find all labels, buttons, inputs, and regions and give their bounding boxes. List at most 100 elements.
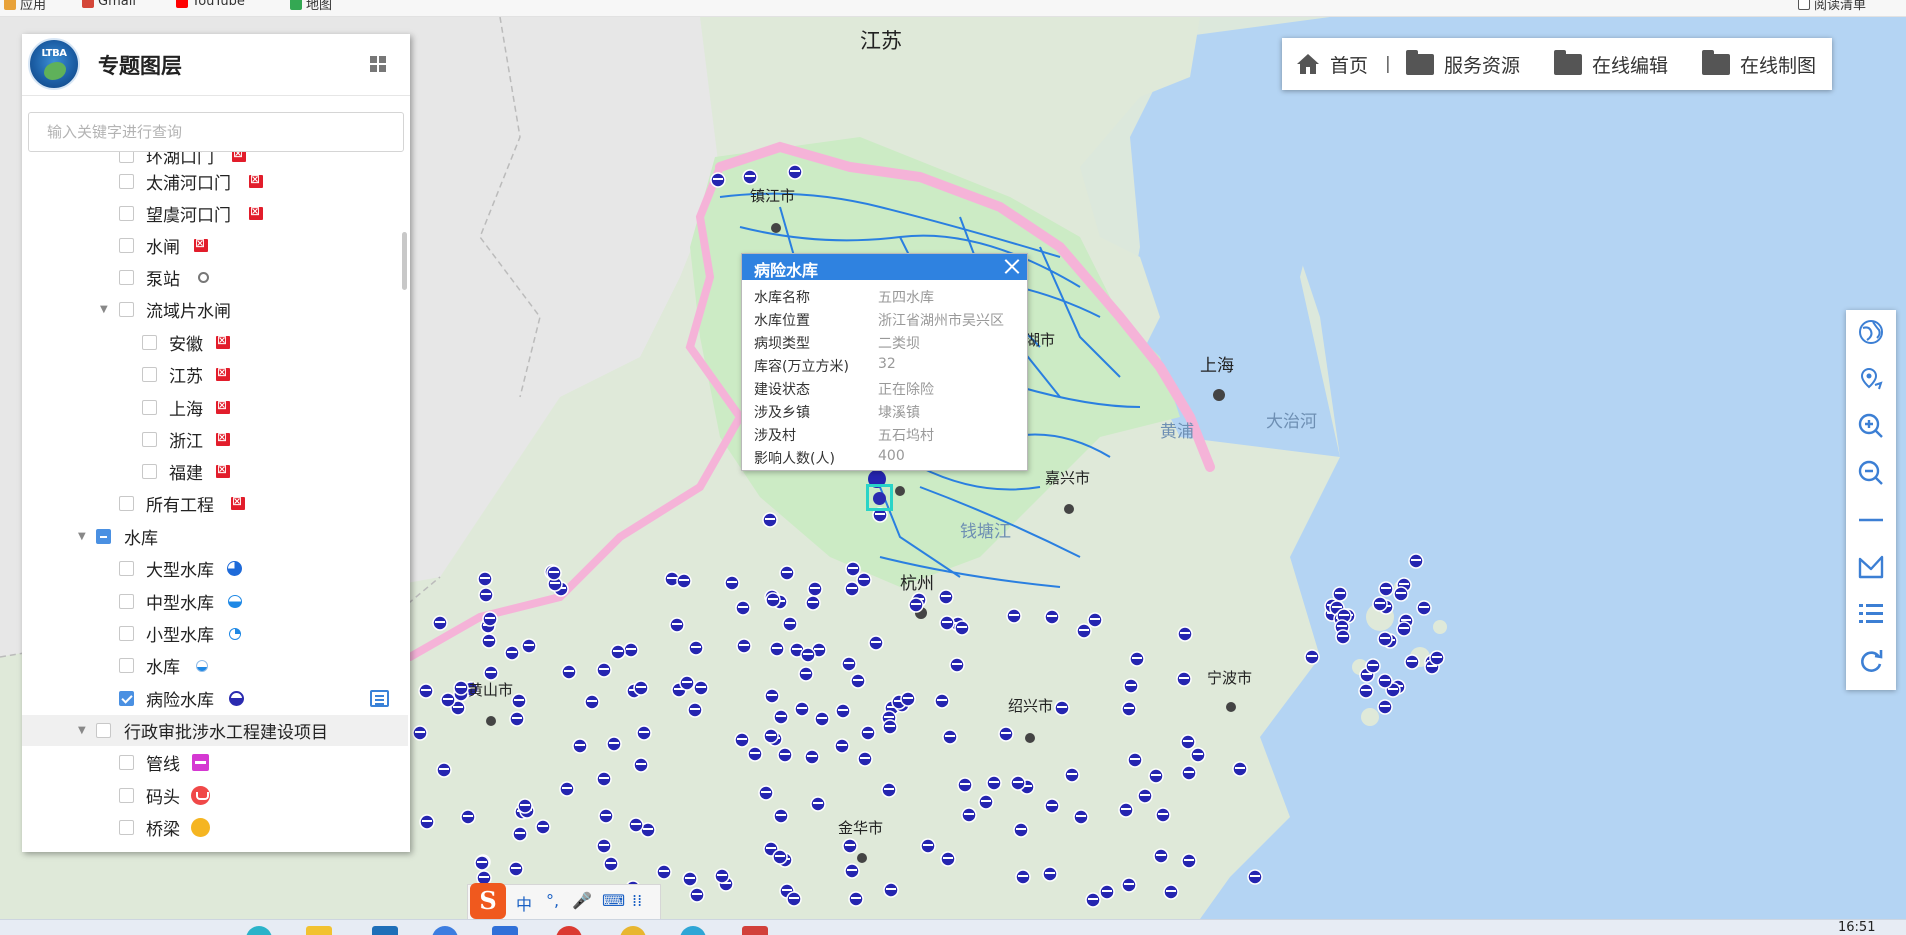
layer-checkbox[interactable] bbox=[142, 464, 157, 479]
layer-checkbox[interactable] bbox=[119, 302, 134, 317]
collapse-arrow-icon[interactable]: ▼ bbox=[78, 532, 88, 542]
layer-checkbox[interactable] bbox=[119, 496, 134, 511]
tree-item-all-projects[interactable]: 所有工程 bbox=[22, 488, 408, 519]
measure-line-icon[interactable] bbox=[1857, 506, 1885, 534]
layer-checkbox[interactable] bbox=[119, 174, 134, 189]
maps-icon bbox=[290, 0, 302, 10]
layer-checkbox[interactable] bbox=[119, 820, 134, 835]
tree-item-anhui[interactable]: 安徽 bbox=[22, 327, 408, 358]
layer-checkbox[interactable] bbox=[119, 626, 134, 641]
tree-item-medium-reservoir[interactable]: 中型水库 bbox=[22, 586, 408, 617]
app-icon[interactable] bbox=[432, 926, 458, 935]
layer-list-icon[interactable] bbox=[1857, 600, 1885, 628]
tree-item-taipu[interactable]: 太浦河口门 bbox=[22, 166, 408, 197]
popup-title: 病险水库 bbox=[754, 261, 819, 280]
panel-scrollbar[interactable] bbox=[402, 232, 407, 290]
globe-icon[interactable] bbox=[1857, 318, 1885, 346]
popup-row-affected: 影响人数(人) 400 bbox=[754, 448, 905, 467]
selection-highlight[interactable] bbox=[866, 484, 893, 511]
collapse-arrow-icon[interactable]: ▼ bbox=[78, 726, 88, 736]
tree-item-large-reservoir[interactable]: 大型水库 bbox=[22, 553, 408, 584]
layer-checkbox[interactable] bbox=[96, 723, 111, 738]
measure-area-icon[interactable] bbox=[1857, 553, 1885, 581]
label-shaoxing: 绍兴市 bbox=[1008, 697, 1054, 715]
nav-online-edit[interactable]: 在线编辑 bbox=[1554, 38, 1668, 90]
keyboard-icon[interactable]: ⌨ bbox=[602, 891, 625, 910]
layer-search-input[interactable] bbox=[28, 112, 404, 152]
layer-checkbox[interactable] bbox=[96, 529, 111, 544]
layer-checkbox-checked[interactable] bbox=[119, 691, 134, 706]
app-icon[interactable] bbox=[246, 926, 272, 935]
tree-item-reservoir[interactable]: 水库 bbox=[22, 650, 408, 681]
tree-item-sluice[interactable]: 水闸 bbox=[22, 230, 408, 261]
popup-row-status: 建设状态 正在除险 bbox=[754, 382, 934, 398]
tree-item-fujian[interactable]: 福建 bbox=[22, 456, 408, 487]
tree-group-reservoir[interactable]: ▼ 水库 bbox=[22, 521, 408, 552]
ime-menu-icon[interactable]: ⁞⁞ bbox=[632, 891, 642, 910]
gate-icon bbox=[249, 204, 263, 220]
layer-checkbox[interactable] bbox=[119, 152, 134, 163]
app-icon[interactable] bbox=[556, 926, 582, 935]
tree-item-jiangsu[interactable]: 江苏 bbox=[22, 359, 408, 390]
collapse-arrow-icon[interactable]: ▼ bbox=[100, 305, 110, 315]
nav-home[interactable]: 首页 bbox=[1296, 38, 1368, 90]
reservoir-icon bbox=[196, 660, 208, 672]
bookmark-gmail[interactable]: Gmail bbox=[82, 0, 136, 9]
tree-item-pipeline[interactable]: 管线 bbox=[22, 747, 408, 778]
app-icon[interactable] bbox=[492, 926, 518, 935]
file-explorer-icon[interactable] bbox=[306, 926, 332, 935]
grid-view-icon[interactable] bbox=[370, 56, 386, 72]
tree-item-pump[interactable]: 泵站 bbox=[22, 262, 408, 293]
tree-item-zhejiang[interactable]: 浙江 bbox=[22, 424, 408, 455]
zoom-out-icon[interactable] bbox=[1857, 459, 1885, 487]
tree-item-shanghai[interactable]: 上海 bbox=[22, 392, 408, 423]
folder-icon bbox=[1554, 49, 1582, 75]
bookmark-maps[interactable]: 地图 bbox=[290, 0, 332, 13]
nav-online-mapping[interactable]: 在线制图 bbox=[1702, 38, 1816, 90]
bookmark-youtube[interactable]: YouTube bbox=[176, 0, 245, 9]
ime-chinese-mode[interactable]: 中 bbox=[516, 891, 532, 915]
top-navigation: 首页 | 服务资源 在线编辑 在线制图 bbox=[1282, 38, 1832, 90]
layer-checkbox[interactable] bbox=[119, 788, 134, 803]
sogou-ime-logo[interactable]: S bbox=[470, 883, 506, 919]
layer-checkbox[interactable] bbox=[119, 270, 134, 285]
tree-item-bridge[interactable]: 桥梁 bbox=[22, 812, 408, 843]
reading-list[interactable]: 阅读清单 bbox=[1798, 0, 1866, 13]
layer-checkbox[interactable] bbox=[142, 335, 157, 350]
chrome-icon[interactable] bbox=[620, 926, 646, 935]
layer-checkbox[interactable] bbox=[142, 367, 157, 382]
label-hangzhou: 杭州 bbox=[900, 574, 934, 594]
layer-checkbox[interactable] bbox=[119, 594, 134, 609]
tree-group-admin-approval[interactable]: ▼ 行政审批涉水工程建设项目 bbox=[22, 715, 408, 746]
tree-item-wangyu[interactable]: 望虞河口门 bbox=[22, 198, 408, 229]
tree-item-wharf[interactable]: 码头 bbox=[22, 780, 408, 811]
layer-checkbox[interactable] bbox=[119, 658, 134, 673]
nav-service-resources[interactable]: 服务资源 bbox=[1406, 38, 1520, 90]
zoom-in-icon[interactable] bbox=[1857, 412, 1885, 440]
app-icon[interactable] bbox=[372, 926, 398, 935]
legend-list-icon[interactable] bbox=[370, 690, 389, 707]
layer-checkbox[interactable] bbox=[142, 432, 157, 447]
layer-checkbox[interactable] bbox=[119, 206, 134, 221]
popup-row-dam-type: 病坝类型 二类坝 bbox=[754, 336, 920, 352]
app-icon[interactable] bbox=[742, 926, 768, 935]
layer-checkbox[interactable] bbox=[119, 238, 134, 253]
layer-checkbox[interactable] bbox=[142, 400, 157, 415]
small-reservoir-icon bbox=[229, 628, 241, 640]
gate-icon bbox=[194, 236, 208, 252]
refresh-icon[interactable] bbox=[1857, 647, 1885, 675]
youtube-icon bbox=[176, 0, 188, 8]
organization-logo: LTBA bbox=[28, 38, 80, 90]
label-jinhua: 金华市 bbox=[838, 819, 884, 837]
ime-punctuation[interactable]: °, bbox=[546, 891, 559, 910]
close-icon[interactable] bbox=[1004, 258, 1021, 275]
microphone-icon[interactable]: 🎤 bbox=[572, 891, 592, 910]
layer-checkbox[interactable] bbox=[119, 755, 134, 770]
layer-checkbox[interactable] bbox=[119, 561, 134, 576]
location-pin-icon[interactable] bbox=[1857, 365, 1885, 393]
app-icon[interactable] bbox=[680, 926, 706, 935]
bookmark-apps[interactable]: 应用 bbox=[4, 0, 46, 13]
tree-group-basin-sluice[interactable]: ▼ 流域片水闸 bbox=[22, 294, 408, 325]
tree-item-dangerous-reservoir[interactable]: 病险水库 bbox=[22, 683, 408, 714]
tree-item-small-reservoir[interactable]: 小型水库 bbox=[22, 618, 408, 649]
